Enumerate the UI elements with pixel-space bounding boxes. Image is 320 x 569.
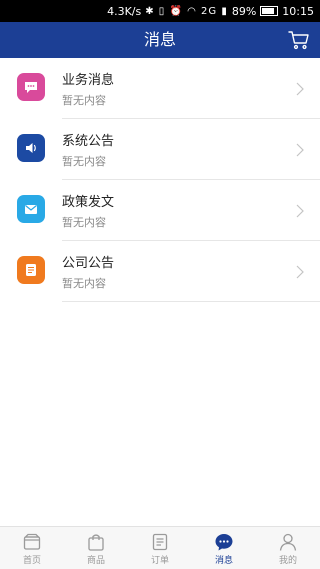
tab-label: 商品 — [86, 556, 105, 566]
cart-button[interactable] — [288, 29, 310, 51]
chevron-right-icon — [296, 82, 304, 96]
message-item-title: 公司公告 — [62, 256, 115, 271]
message-item-title: 政策发文 — [62, 195, 115, 210]
person-icon — [279, 533, 297, 551]
page-title: 消息 — [143, 30, 176, 49]
order-icon — [152, 533, 168, 551]
tab-label: 订单 — [150, 556, 169, 566]
policy-document-badge — [17, 195, 45, 223]
speaker-icon — [26, 143, 36, 153]
battery-percent: 89% — [231, 4, 257, 18]
bottom-tab-bar: 首页 商品 订单 消息 我的 — [0, 526, 320, 569]
status-icons: ✱ ▯ ⏰ ◠ 2G ▮ — [145, 5, 228, 17]
network-speed: 4.3K/s — [107, 4, 142, 18]
tab-label: 我的 — [278, 556, 297, 566]
top-bar: 消息 — [0, 22, 320, 58]
clock: 10:15 — [282, 4, 314, 18]
tab-profile[interactable]: 我的 — [256, 527, 320, 569]
message-icon — [215, 534, 233, 551]
chevron-right-icon — [296, 143, 304, 157]
message-item-subtitle: 暂无内容 — [62, 155, 106, 168]
message-item-title: 系统公告 — [62, 134, 115, 149]
message-item-policy[interactable]: 政策发文 暂无内容 — [0, 180, 320, 241]
tab-label: 消息 — [214, 556, 233, 566]
tab-label: 首页 — [22, 556, 41, 566]
signal-label: 2G — [201, 5, 218, 17]
status-bar: 4.3K/s ✱ ▯ ⏰ ◠ 2G ▮ 89% 10:15 — [0, 0, 320, 22]
tab-home[interactable]: 首页 — [0, 527, 64, 569]
battery-icon — [260, 6, 279, 16]
message-item-subtitle: 暂无内容 — [62, 277, 106, 290]
chat-bubble-icon — [25, 82, 37, 93]
home-icon — [23, 533, 41, 550]
tab-products[interactable]: 商品 — [64, 527, 128, 569]
message-list: 业务消息 暂无内容 系统公告 暂无内容 政策发文 暂无内容 公司公告 暂无内容 — [0, 58, 320, 302]
tab-messages[interactable]: 消息 — [192, 527, 256, 569]
message-item-business[interactable]: 业务消息 暂无内容 — [0, 58, 320, 119]
message-item-title: 业务消息 — [62, 73, 115, 88]
bag-icon — [88, 534, 104, 551]
company-notice-badge — [17, 256, 45, 284]
chevron-right-icon — [296, 204, 304, 218]
message-item-system[interactable]: 系统公告 暂无内容 — [0, 119, 320, 180]
document-icon — [26, 264, 36, 276]
business-message-badge — [17, 73, 45, 101]
message-item-subtitle: 暂无内容 — [62, 216, 106, 229]
tab-orders[interactable]: 订单 — [128, 527, 192, 569]
system-notice-badge — [17, 134, 45, 162]
chevron-right-icon — [296, 265, 304, 279]
divider — [62, 301, 320, 302]
cart-icon — [288, 31, 309, 50]
message-item-company[interactable]: 公司公告 暂无内容 — [0, 241, 320, 302]
message-item-subtitle: 暂无内容 — [62, 94, 106, 107]
envelope-icon — [25, 205, 37, 214]
